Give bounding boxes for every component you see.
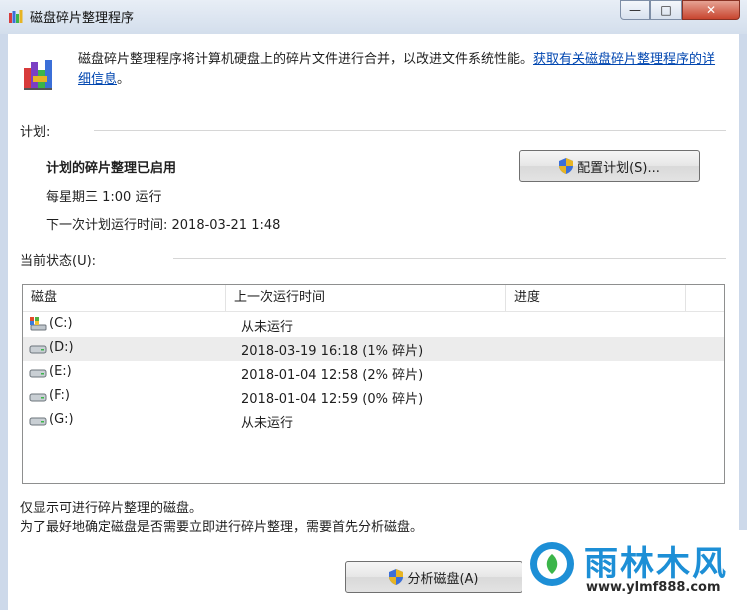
column-header-disk[interactable]: 磁盘	[23, 285, 226, 311]
watermark-url: www.ylmf888.com	[586, 580, 721, 595]
note-analyze-first: 为了最好地确定磁盘是否需要立即进行碎片整理，需要首先分析磁盘。	[20, 520, 424, 535]
disk-name: (D:)	[49, 340, 74, 355]
drive-icon	[29, 417, 47, 426]
last-run: 从未运行	[241, 320, 294, 335]
configure-schedule-button[interactable]: 配置计划(S)...	[519, 150, 700, 182]
last-run: 2018-01-04 12:58 (2% 碎片)	[241, 368, 424, 383]
drive-icon	[29, 369, 47, 378]
last-run: 2018-03-19 16:18 (1% 碎片)	[241, 344, 424, 359]
intro-text: 磁盘碎片整理程序将计算机硬盘上的碎片文件进行合并，以改进文件系统性能。获取有关磁…	[78, 50, 728, 90]
schedule-section-label: 计划:	[20, 125, 51, 140]
defrag-header-icon	[24, 60, 52, 90]
column-header-last-run[interactable]: 上一次运行时间	[226, 285, 506, 311]
system-drive-icon	[30, 317, 47, 331]
defrag-app-icon	[9, 10, 23, 23]
schedule-frequency: 每星期三 1:00 运行	[46, 190, 162, 205]
disk-row-f[interactable]: (F:) 2018-01-04 12:59 (0% 碎片)	[23, 385, 724, 409]
last-run: 从未运行	[241, 416, 294, 431]
disk-list-header: 磁盘 上一次运行时间 进度	[23, 285, 724, 312]
drive-icon	[29, 393, 47, 402]
watermark-brand: 雨林木风	[584, 544, 728, 584]
disk-name: (C:)	[49, 316, 73, 331]
drive-icon	[29, 345, 47, 354]
disk-name: (E:)	[49, 364, 72, 379]
close-icon: ✕	[705, 3, 717, 17]
disk-name: (G:)	[49, 412, 74, 427]
schedule-status: 计划的碎片整理已启用	[46, 161, 177, 176]
close-button[interactable]: ✕	[682, 0, 740, 20]
disk-row-d[interactable]: (D:) 2018-03-19 16:18 (1% 碎片)	[23, 337, 724, 361]
current-status-label: 当前状态(U):	[20, 254, 97, 269]
disk-row-c[interactable]: (C:) 从未运行	[23, 313, 724, 337]
schedule-next-run: 下一次计划运行时间: 2018-03-21 1:48	[46, 218, 281, 233]
disk-name: (F:)	[49, 388, 70, 403]
maximize-icon: □	[660, 3, 672, 17]
disk-row-g[interactable]: (G:) 从未运行	[23, 409, 724, 433]
minimize-button[interactable]: —	[620, 0, 650, 20]
note-defrag-only: 仅显示可进行碎片整理的磁盘。	[20, 501, 203, 516]
schedule-divider	[94, 130, 726, 131]
status-divider	[173, 258, 726, 259]
uac-shield-icon	[559, 158, 574, 174]
last-run: 2018-01-04 12:59 (0% 碎片)	[241, 392, 424, 407]
maximize-button[interactable]: □	[650, 0, 682, 20]
watermark-logo-icon	[530, 542, 574, 586]
analyze-disk-label: 分析磁盘(A)	[407, 571, 479, 587]
title-bar: 磁盘碎片整理程序 — □ ✕	[0, 0, 747, 34]
disk-row-e[interactable]: (E:) 2018-01-04 12:58 (2% 碎片)	[23, 361, 724, 385]
minimize-icon: —	[629, 3, 641, 17]
watermark: 雨林木风 www.ylmf888.com	[522, 530, 747, 610]
window-title: 磁盘碎片整理程序	[30, 11, 135, 26]
column-header-progress[interactable]: 进度	[506, 285, 686, 311]
disk-list[interactable]: 磁盘 上一次运行时间 进度 (C:) 从未运行 (D:) 2018-03-19 …	[22, 284, 725, 484]
intro-description: 磁盘碎片整理程序将计算机硬盘上的碎片文件进行合并，以改进文件系统性能。	[78, 52, 534, 67]
configure-schedule-label: 配置计划(S)...	[577, 160, 660, 176]
analyze-disk-button[interactable]: 分析磁盘(A)	[345, 561, 523, 593]
uac-shield-icon	[389, 569, 404, 585]
intro-tail: 。	[117, 72, 131, 87]
